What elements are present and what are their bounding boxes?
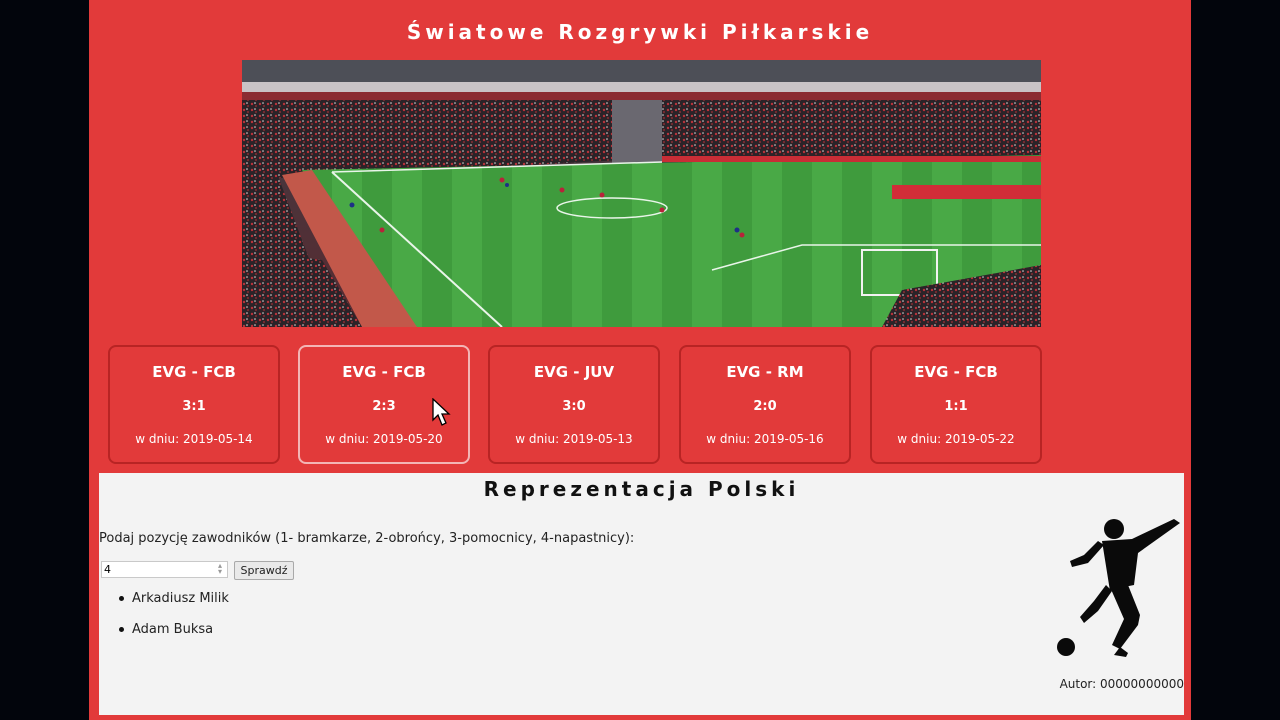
match-card[interactable]: EVG - FCB 1:1 w dniu: 2019-05-22 [870,345,1042,464]
match-card[interactable]: EVG - FCB 3:1 w dniu: 2019-05-14 [108,345,280,464]
bullet-icon [119,596,124,601]
match-date: w dniu: 2019-05-13 [515,432,633,446]
player-name: Arkadiusz Milik [132,591,229,606]
check-button[interactable]: Sprawdź [234,561,294,580]
stadium-image [242,60,1041,327]
match-teams: EVG - RM [726,363,804,381]
match-card[interactable]: EVG - JUV 3:0 w dniu: 2019-05-13 [488,345,660,464]
spinner-arrows-icon[interactable]: ▴ ▾ [214,562,226,576]
match-teams: EVG - JUV [533,363,615,381]
page: Światowe Rozgrywki Piłkarskie EVG - FCB … [89,0,1191,720]
match-teams: EVG - FCB [914,363,998,381]
position-prompt: Podaj pozycję zawodników (1- bramkarze, … [99,531,635,546]
football-player-silhouette-icon [1054,515,1184,665]
match-teams: EVG - FCB [342,363,426,381]
bullet-icon [119,627,124,632]
position-input[interactable] [101,561,228,578]
match-card[interactable]: EVG - RM 2:0 w dniu: 2019-05-16 [679,345,851,464]
match-score: 2:0 [753,399,777,414]
match-date: w dniu: 2019-05-22 [897,432,1015,446]
list-item: Adam Buksa [119,622,229,653]
match-score: 3:0 [562,399,586,414]
page-title: Światowe Rozgrywki Piłkarskie [406,20,874,44]
match-teams: EVG - FCB [152,363,236,381]
player-list: Arkadiusz Milik Adam Buksa [119,591,229,653]
author-label: Autor: 00000000000 [1059,677,1184,691]
match-date: w dniu: 2019-05-20 [325,432,443,446]
match-score: 1:1 [944,399,968,414]
panel-title: Reprezentacja Polski [483,477,800,501]
player-name: Adam Buksa [132,622,214,637]
match-date: w dniu: 2019-05-14 [135,432,253,446]
match-date: w dniu: 2019-05-16 [706,432,824,446]
mouse-pointer-icon [432,397,452,433]
list-item: Arkadiusz Milik [119,591,229,622]
national-team-panel: Reprezentacja Polski Podaj pozycję zawod… [99,473,1184,715]
match-score: 3:1 [182,399,206,414]
